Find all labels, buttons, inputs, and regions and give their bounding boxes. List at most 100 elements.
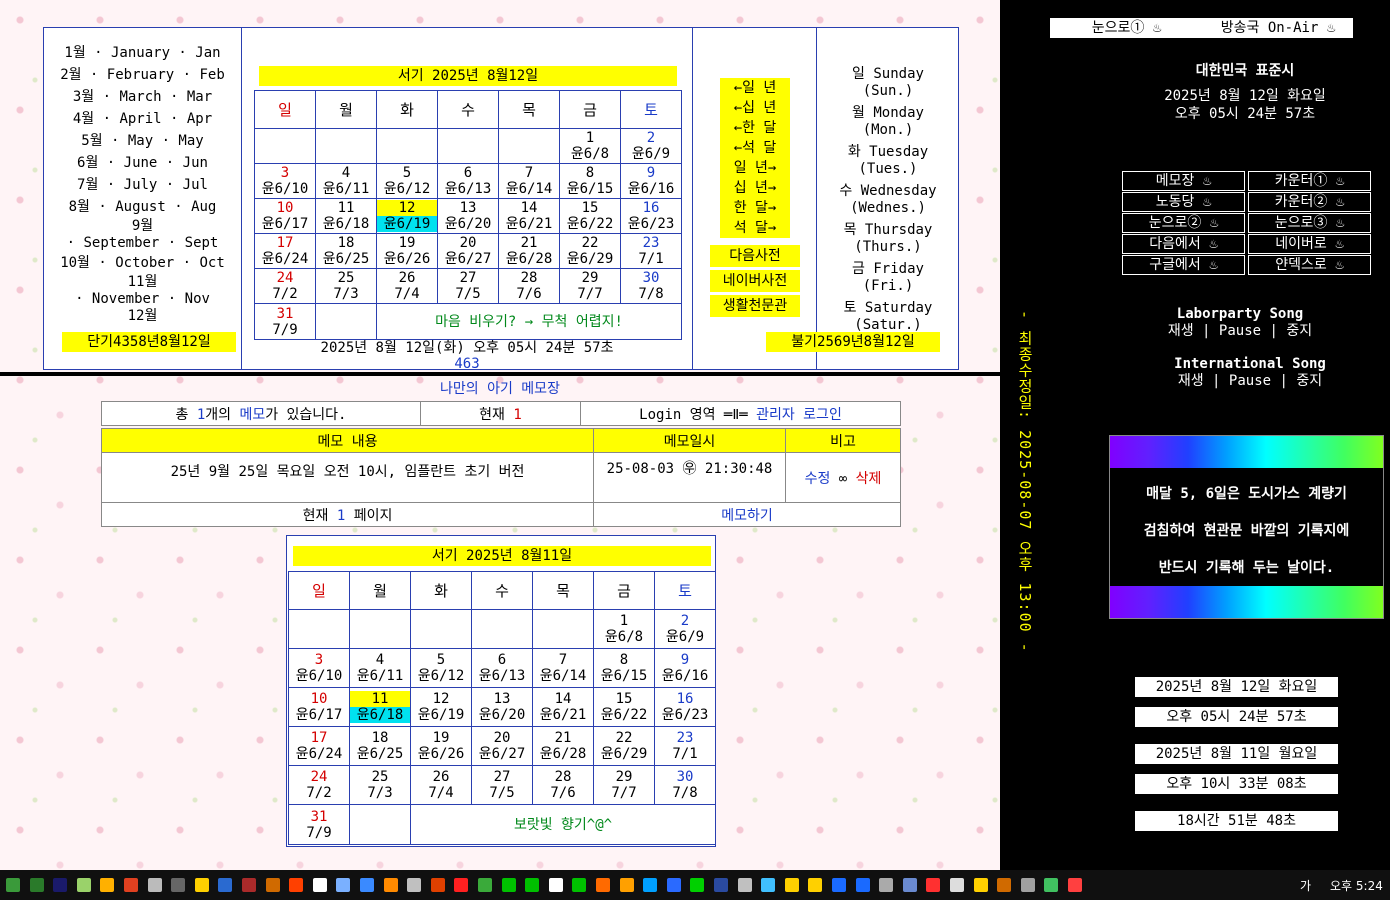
app-icon[interactable] xyxy=(714,878,728,892)
day-cell[interactable]: 27 7/5 xyxy=(471,765,533,805)
sidebar-link[interactable]: 구글에서 ♨ xyxy=(1122,255,1245,275)
app-icon[interactable] xyxy=(242,878,256,892)
day-cell[interactable]: 12 윤6/19 xyxy=(376,198,438,234)
day-cell[interactable]: 25 7/3 xyxy=(349,765,411,805)
day-cell[interactable]: 5 윤6/12 xyxy=(410,648,472,688)
tab-eyes1[interactable]: 눈으로① ♨ xyxy=(1050,18,1203,38)
day-cell[interactable]: 15 윤6/22 xyxy=(593,687,655,727)
day-cell[interactable]: 4 윤6/11 xyxy=(315,163,377,199)
day-cell[interactable]: 7 윤6/14 xyxy=(498,163,560,199)
app-icon[interactable] xyxy=(973,878,988,892)
day-cell[interactable]: 16 윤6/23 xyxy=(654,687,716,727)
sidebar-link[interactable]: 눈으로② ♨ xyxy=(1122,213,1245,233)
day-cell[interactable]: 24 7/2 xyxy=(254,268,316,304)
day-cell[interactable]: 9 윤6/16 xyxy=(654,648,716,688)
app-icon[interactable] xyxy=(902,878,917,892)
astronomy-button[interactable]: 생활천문관 xyxy=(710,295,800,317)
day-cell[interactable]: 13 윤6/20 xyxy=(437,198,499,234)
taskbar-clock[interactable]: 오후 5:24 xyxy=(1330,877,1383,894)
app-icon[interactable] xyxy=(454,878,469,892)
day-cell[interactable]: 11 윤6/18 xyxy=(315,198,377,234)
day-cell[interactable]: 13 윤6/20 xyxy=(471,687,533,727)
app-icon[interactable] xyxy=(997,878,1012,892)
day-cell[interactable]: 10 윤6/17 xyxy=(254,198,316,234)
sidebar-link[interactable]: 노동당 ♨ xyxy=(1122,192,1245,212)
app-icon[interactable] xyxy=(572,878,587,892)
app-icon[interactable] xyxy=(100,878,115,892)
app-icon[interactable] xyxy=(808,878,823,892)
day-cell[interactable]: 21 윤6/28 xyxy=(498,233,560,269)
admin-login-link[interactable]: 관리자 로그인 xyxy=(756,407,842,423)
day-cell[interactable]: 9 윤6/16 xyxy=(620,163,682,199)
day-cell[interactable]: 6 윤6/13 xyxy=(471,648,533,688)
nav-item[interactable]: 십 년→ xyxy=(720,178,790,198)
nav-item[interactable]: ←한 달 xyxy=(720,118,790,138)
day-cell[interactable]: 2 윤6/9 xyxy=(654,609,716,649)
day-cell[interactable]: 16 윤6/23 xyxy=(620,198,682,234)
day-cell[interactable]: 31 7/9 xyxy=(254,303,316,340)
nav-item[interactable]: 일 년→ xyxy=(720,158,790,178)
app-icon[interactable] xyxy=(218,878,233,892)
sidebar-link[interactable]: 카운터① ♨ xyxy=(1248,171,1371,191)
nav-item[interactable]: ←석 달 xyxy=(720,138,790,158)
app-icon[interactable] xyxy=(1044,878,1059,892)
day-cell[interactable]: 8 윤6/15 xyxy=(593,648,655,688)
app-icon[interactable] xyxy=(596,878,610,892)
day-cell[interactable]: 22 윤6/29 xyxy=(593,726,655,766)
day-cell[interactable]: 29 7/7 xyxy=(593,765,655,805)
app-icon[interactable] xyxy=(265,878,280,892)
app-icon[interactable] xyxy=(619,878,634,892)
naver-dictionary-button[interactable]: 네이버사전 xyxy=(710,270,800,292)
app-icon[interactable] xyxy=(737,878,752,892)
day-cell[interactable]: 30 7/8 xyxy=(620,268,682,304)
day-cell[interactable]: 14 윤6/21 xyxy=(498,198,560,234)
app-icon[interactable] xyxy=(478,878,492,892)
app-icon[interactable] xyxy=(879,878,894,892)
day-cell[interactable]: 30 7/8 xyxy=(654,765,716,805)
nav-item[interactable]: 한 달→ xyxy=(720,198,790,218)
nav-item[interactable]: ←십 년 xyxy=(720,98,790,118)
day-cell[interactable]: 7 윤6/14 xyxy=(532,648,594,688)
app-icon[interactable] xyxy=(383,878,398,892)
day-cell[interactable]: 28 7/6 xyxy=(498,268,560,304)
day-cell[interactable]: 15 윤6/22 xyxy=(559,198,621,234)
ime-indicator[interactable]: 가 xyxy=(1300,877,1311,894)
app-icon[interactable] xyxy=(407,878,422,892)
write-memo-link[interactable]: 메모하기 xyxy=(593,502,901,527)
day-cell[interactable]: 23 7/1 xyxy=(620,233,682,269)
day-cell[interactable]: 1 윤6/8 xyxy=(559,128,621,164)
day-cell[interactable]: 17 윤6/24 xyxy=(254,233,316,269)
pause-button[interactable]: Pause xyxy=(1219,323,1261,339)
day-cell[interactable]: 6 윤6/13 xyxy=(437,163,499,199)
app-icon[interactable] xyxy=(147,878,162,892)
stop-button[interactable]: 중지 xyxy=(1296,373,1322,389)
day-cell[interactable]: 20 윤6/27 xyxy=(437,233,499,269)
pause-button[interactable]: Pause xyxy=(1229,373,1271,389)
day-cell[interactable]: 26 7/4 xyxy=(410,765,472,805)
app-icon[interactable] xyxy=(312,878,327,892)
daum-dictionary-button[interactable]: 다음사전 xyxy=(710,245,800,267)
sidebar-link[interactable]: 카운터② ♨ xyxy=(1248,192,1371,212)
stop-button[interactable]: 중지 xyxy=(1286,323,1312,339)
edit-link[interactable]: 수정 xyxy=(805,471,831,487)
day-cell[interactable]: 26 7/4 xyxy=(376,268,438,304)
app-icon[interactable] xyxy=(289,878,304,892)
app-icon[interactable] xyxy=(666,878,681,892)
app-icon[interactable] xyxy=(360,878,374,892)
app-icon[interactable] xyxy=(1020,878,1035,892)
day-cell[interactable]: 27 7/5 xyxy=(437,268,499,304)
day-cell[interactable]: 2 윤6/9 xyxy=(620,128,682,164)
app-icon[interactable] xyxy=(784,878,799,892)
app-icon[interactable] xyxy=(855,878,870,892)
play-button[interactable]: 재생 xyxy=(1178,373,1204,389)
day-cell[interactable]: 11 윤6/18 xyxy=(349,687,411,727)
app-icon[interactable] xyxy=(430,878,445,892)
app-icon[interactable] xyxy=(548,878,563,892)
app-icon[interactable] xyxy=(336,878,351,892)
day-cell[interactable]: 17 윤6/24 xyxy=(288,726,350,766)
delete-link[interactable]: 삭제 xyxy=(856,471,882,487)
sidebar-link[interactable]: 눈으로③ ♨ xyxy=(1248,213,1371,233)
play-button[interactable]: 재생 xyxy=(1168,323,1194,339)
day-cell[interactable]: 5 윤6/12 xyxy=(376,163,438,199)
day-cell[interactable]: 19 윤6/26 xyxy=(376,233,438,269)
